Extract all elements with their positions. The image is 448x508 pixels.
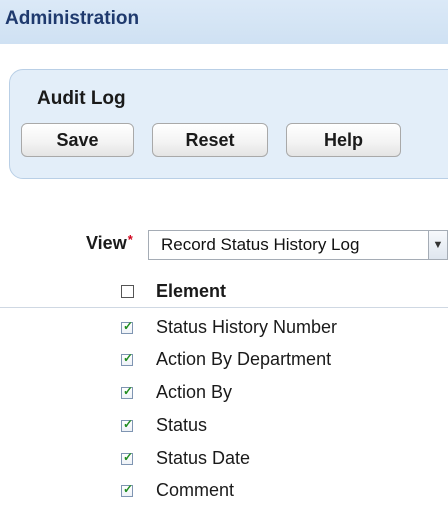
check-icon: ✓ (123, 319, 134, 333)
admin-header-bar: Administration (0, 0, 448, 44)
admin-title: Administration (5, 8, 140, 29)
reset-button[interactable]: Reset (152, 123, 268, 157)
view-select[interactable]: Record Status History Log ▼ (148, 230, 448, 260)
element-row: ✓ Status (0, 411, 448, 439)
check-icon: ✓ (123, 450, 134, 464)
select-all-checkbox[interactable] (121, 285, 134, 298)
check-icon: ✓ (123, 384, 134, 398)
save-button[interactable]: Save (21, 123, 134, 157)
panel-title: Audit Log (37, 88, 126, 109)
element-row: ✓ Action By (0, 378, 448, 406)
check-icon: ✓ (123, 482, 134, 496)
element-column-header: Element (156, 281, 227, 301)
view-label-text: View (86, 233, 127, 253)
element-label: Comment (156, 480, 235, 500)
element-checkbox[interactable]: ✓ (121, 351, 134, 366)
element-row: ✓ Status Date (0, 444, 448, 472)
element-list-header: Element (0, 279, 448, 308)
check-icon: ✓ (123, 417, 134, 431)
element-row: ✓ Action By Department (0, 345, 448, 373)
element-label: Status (156, 415, 208, 435)
help-button[interactable]: Help (286, 123, 401, 157)
element-checkbox[interactable]: ✓ (121, 319, 134, 334)
element-row: ✓ Comment (0, 476, 448, 504)
element-label: Status History Number (156, 317, 338, 337)
element-checkbox[interactable]: ✓ (121, 417, 134, 432)
element-checkbox[interactable]: ✓ (121, 450, 134, 465)
element-label: Action By (156, 382, 233, 402)
view-select-value: Record Status History Log (161, 235, 360, 254)
view-label: View* (86, 232, 133, 254)
element-checkbox[interactable]: ✓ (121, 482, 134, 497)
element-label: Action By Department (156, 349, 332, 369)
element-checkbox[interactable]: ✓ (121, 384, 134, 399)
element-row: ✓ Status History Number (0, 313, 448, 341)
check-icon: ✓ (123, 351, 134, 365)
required-marker: * (127, 232, 133, 247)
chevron-down-icon[interactable]: ▼ (428, 231, 447, 259)
audit-log-page: Administration Audit Log Save Reset Help… (0, 0, 448, 508)
element-label: Status Date (156, 448, 251, 468)
